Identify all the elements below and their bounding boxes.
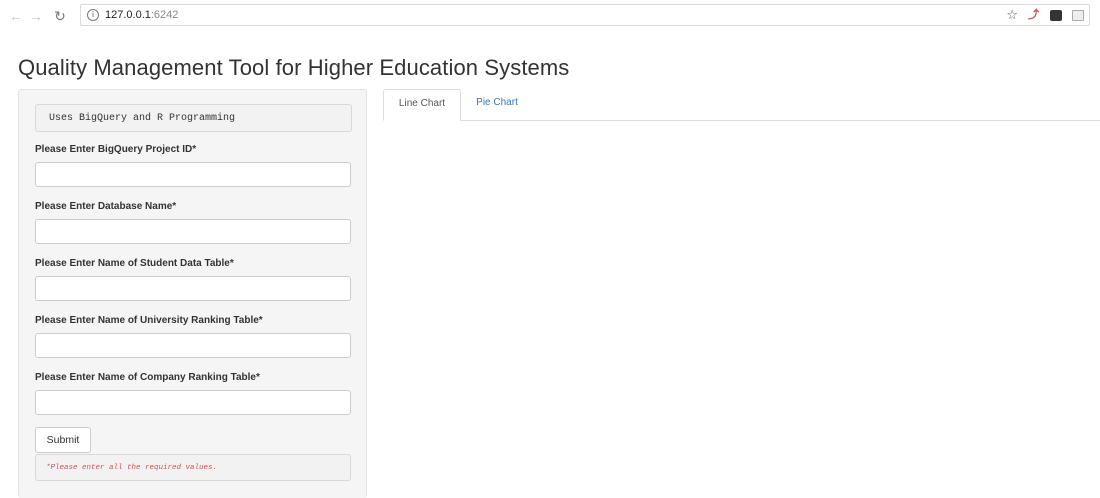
project-id-input[interactable] [35,162,351,187]
error-message: *Please enter all the required values. [35,454,351,481]
subtitle-text: Uses BigQuery and R Programming [35,104,352,132]
back-arrow-icon[interactable]: ← [8,8,24,24]
address-bar[interactable]: i 127.0.0.1:6242 [80,4,1090,26]
submit-button[interactable]: Submit [35,427,91,453]
project-id-label: Please Enter BigQuery Project ID* [35,144,197,155]
extension-b-icon[interactable] [1050,9,1062,21]
url-port: :6242 [150,9,179,21]
forward-arrow-icon[interactable]: → [28,8,44,24]
student-table-input[interactable] [35,276,351,301]
reload-icon[interactable]: ↻ [52,8,68,24]
page-title: Quality Management Tool for Higher Educa… [18,55,570,80]
star-icon[interactable]: ☆ [1006,7,1018,23]
company-ranking-input[interactable] [35,390,351,415]
extension-a-icon[interactable]: ⤴ [1028,9,1040,21]
tab-pie-chart[interactable]: Pie Chart [467,89,527,121]
company-ranking-label: Please Enter Name of Company Ranking Tab… [35,372,260,383]
url-text: 127.0.0.1:6242 [105,9,178,21]
university-ranking-label: Please Enter Name of University Ranking … [35,315,263,326]
chart-tabs: Line Chart Pie Chart [383,89,1100,121]
browser-toolbar: ← → ↻ i 127.0.0.1:6242 ☆ ⤴ [0,0,1100,32]
university-ranking-input[interactable] [35,333,351,358]
student-table-label: Please Enter Name of Student Data Table* [35,258,234,269]
database-name-input[interactable] [35,219,351,244]
database-name-label: Please Enter Database Name* [35,201,177,212]
tab-line-chart[interactable]: Line Chart [383,89,461,121]
extension-icons: ☆ ⤴ [1006,5,1084,25]
url-host: 127.0.0.1 [105,9,151,21]
info-icon[interactable]: i [87,9,99,21]
extension-c-icon[interactable] [1072,9,1084,21]
sidebar-panel: Uses BigQuery and R Programming Please E… [18,89,367,498]
